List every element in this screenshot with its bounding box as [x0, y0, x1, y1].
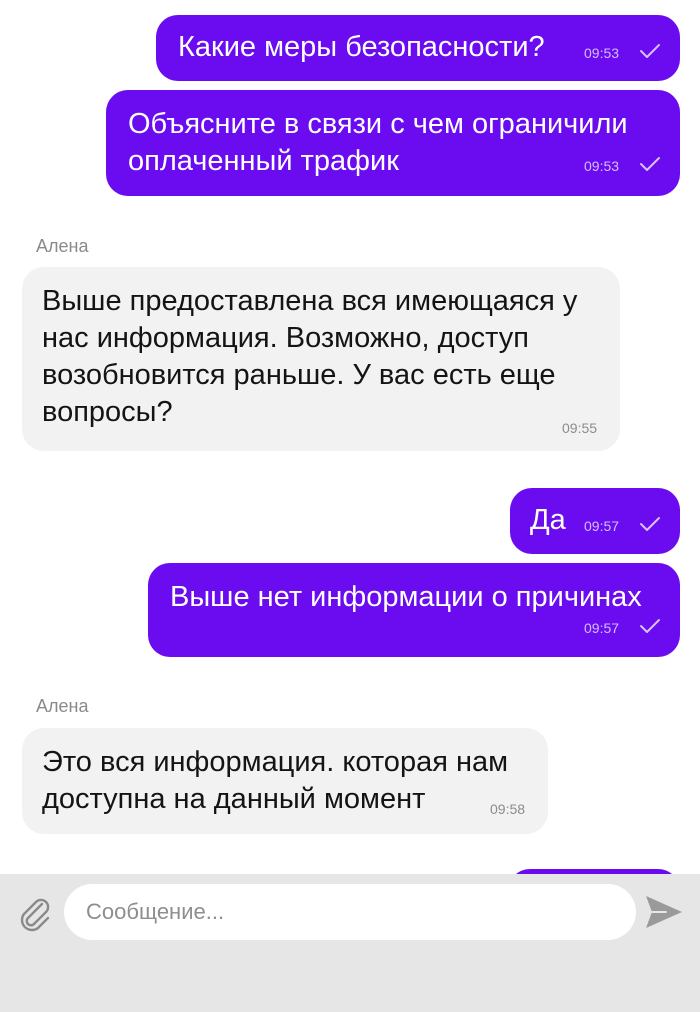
message-outgoing[interactable]: Да 09:57: [510, 488, 680, 554]
message-outgoing[interactable]: Объясните в связи с чем ограничили оплач…: [106, 90, 680, 196]
message-time: 09:53: [584, 45, 620, 61]
message-text: Какие меры безопасности?: [178, 31, 545, 63]
message-text-line: возобновится раньше. У вас есть еще: [42, 359, 556, 391]
message-text-line: Объясните в связи с чем ограничили: [128, 108, 628, 140]
check-icon: [640, 44, 660, 58]
message-outgoing[interactable]: Какие меры безопасности? 09:53: [156, 15, 680, 81]
sender-name: Алена: [36, 236, 89, 256]
message-time: 09:57: [584, 620, 620, 636]
message-text-line: оплаченный трафик: [128, 145, 399, 177]
check-icon: [640, 157, 660, 171]
message-time: 09:55: [562, 420, 598, 436]
message-text-line: вопросы?: [42, 396, 173, 428]
message-text-line: доступна на данный момент: [42, 783, 426, 815]
message-time: 09:57: [584, 518, 620, 534]
check-icon: [640, 619, 660, 633]
send-icon[interactable]: [642, 892, 686, 932]
message-incoming[interactable]: Выше предоставлена вся имеющаяся у нас и…: [22, 267, 620, 451]
message-text-line: Это вся информация. которая нам: [42, 746, 509, 778]
message-input[interactable]: [64, 884, 636, 940]
check-icon: [640, 517, 660, 531]
sender-name: Алена: [36, 696, 89, 716]
message-time: 09:53: [584, 158, 620, 174]
message-time: 09:58: [490, 801, 526, 817]
message-composer: [0, 874, 700, 1012]
message-text-line: Выше предоставлена вся имеющаяся у: [42, 285, 578, 317]
message-text: Выше нет информации о причинах: [170, 581, 642, 613]
paperclip-icon[interactable]: [14, 892, 56, 934]
message-outgoing[interactable]: Выше нет информации о причинах 09:57: [148, 563, 680, 657]
message-incoming[interactable]: Это вся информация. которая нам доступна…: [22, 728, 548, 834]
message-text-line: нас информация. Возможно, доступ: [42, 322, 529, 354]
chat-history[interactable]: Какие меры безопасности? 09:53 Объясните…: [0, 0, 700, 874]
message-text: Да: [530, 504, 566, 536]
